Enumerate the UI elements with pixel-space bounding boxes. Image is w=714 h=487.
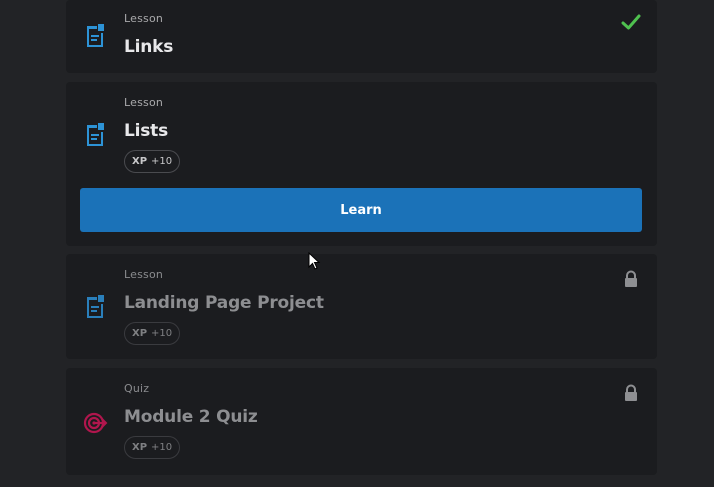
xp-badge: XP +10 (124, 150, 181, 173)
xp-value: +10 (151, 156, 173, 167)
quiz-title: Module 2 Quiz (124, 407, 258, 427)
lesson-document-icon (87, 295, 104, 318)
learn-button[interactable]: Learn (80, 188, 642, 232)
item-type-label: Quiz (124, 382, 150, 395)
item-type-label: Lesson (124, 268, 164, 281)
item-type-label: Lesson (124, 12, 164, 25)
xp-label: XP (132, 156, 148, 167)
lock-icon (625, 270, 637, 287)
xp-value: +10 (151, 328, 173, 339)
lesson-card-links[interactable]: Lesson Links (66, 0, 657, 73)
lesson-card-landing-page-project: Lesson Landing Page Project XP +10 (66, 254, 657, 359)
lock-icon (625, 384, 637, 401)
xp-value: +10 (151, 442, 173, 453)
mouse-cursor-icon (308, 252, 321, 270)
checkmark-icon (621, 14, 641, 30)
lesson-title: Landing Page Project (124, 293, 324, 313)
quiz-target-icon (83, 412, 108, 434)
xp-badge: XP +10 (124, 436, 181, 459)
xp-label: XP (132, 328, 148, 339)
item-type-label: Lesson (124, 96, 164, 109)
lesson-document-icon (87, 24, 104, 47)
lesson-title[interactable]: Links (124, 37, 173, 57)
module-item-list: Lesson Links Lesson Lists XP +10 Learn L… (0, 0, 714, 487)
quiz-card-module-2: Quiz Module 2 Quiz XP +10 (66, 368, 657, 475)
lesson-card-lists[interactable]: Lesson Lists XP +10 Learn (66, 82, 657, 246)
lesson-document-icon (87, 123, 104, 146)
lesson-title[interactable]: Lists (124, 121, 168, 141)
xp-label: XP (132, 442, 148, 453)
xp-badge: XP +10 (124, 322, 181, 345)
